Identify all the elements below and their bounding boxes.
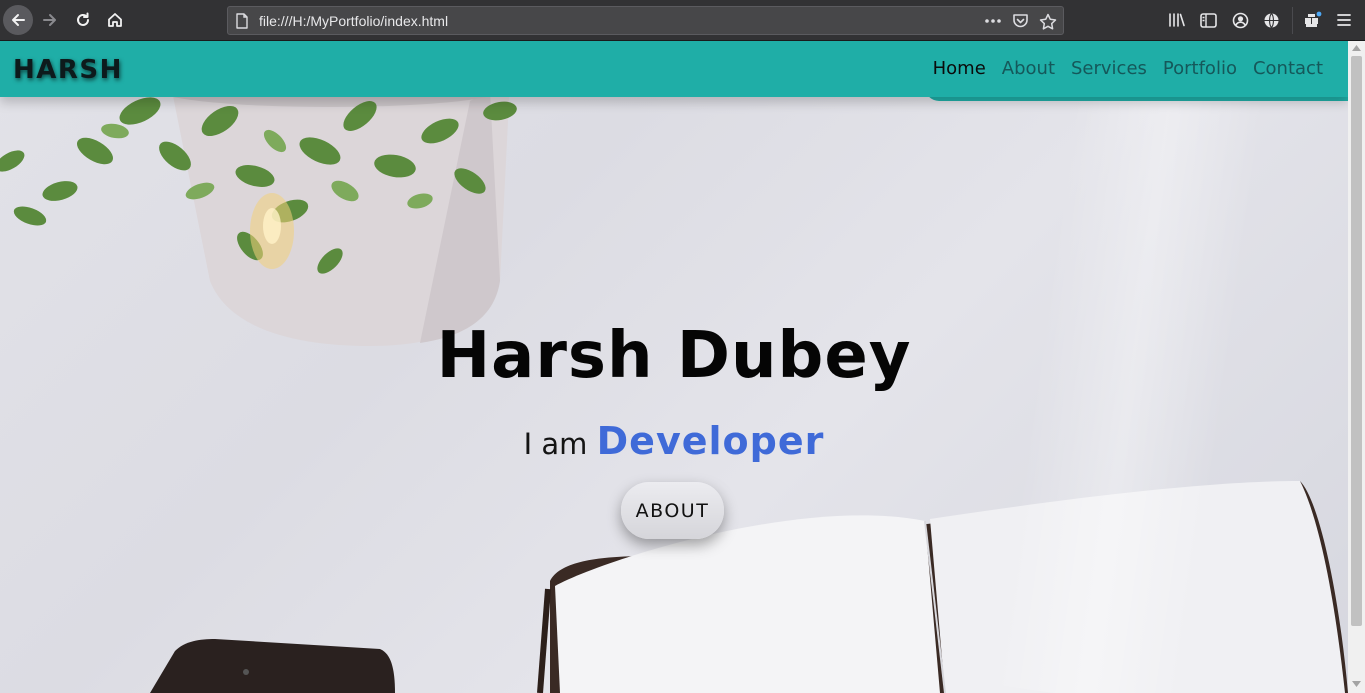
account-icon <box>1232 12 1248 28</box>
bookmark-star-button[interactable] <box>1038 12 1058 30</box>
nav-link-about[interactable]: About <box>1002 58 1055 79</box>
reload-button[interactable] <box>68 5 98 35</box>
extension-button[interactable] <box>1302 10 1322 30</box>
home-button[interactable] <box>100 5 130 35</box>
hero-intro: I am <box>523 427 588 461</box>
library-icon <box>1169 13 1185 27</box>
forward-arrow-icon <box>43 14 56 26</box>
url-bar[interactable]: file:///H:/MyPortfolio/index.html <box>227 6 1064 35</box>
hero-subtitle: I am Developer <box>0 419 1348 463</box>
forward-button[interactable] <box>35 5 65 35</box>
scroll-down-icon[interactable] <box>1352 681 1361 687</box>
page-scrollbar[interactable] <box>1348 41 1365 693</box>
nav-link-home[interactable]: Home <box>933 58 986 79</box>
back-button[interactable] <box>3 5 33 35</box>
nav-links: Home About Services Portfolio Contact <box>933 58 1323 79</box>
nav-link-contact[interactable]: Contact <box>1253 58 1323 79</box>
back-arrow-icon <box>12 14 25 26</box>
browser-toolbar: file:///H:/MyPortfolio/index.html <box>0 0 1365 41</box>
page-actions-button[interactable] <box>983 12 1003 30</box>
hero-title: Harsh Dubey <box>436 319 912 393</box>
more-dots-icon <box>985 19 1001 23</box>
library-button[interactable] <box>1167 10 1187 30</box>
pocket-icon <box>1012 14 1028 28</box>
about-button[interactable]: ABOUT <box>621 482 724 539</box>
toolbar-separator <box>1292 7 1293 34</box>
hamburger-menu-icon <box>1337 14 1351 26</box>
account-button[interactable] <box>1230 10 1250 30</box>
star-icon <box>1039 13 1057 30</box>
scroll-thumb[interactable] <box>1351 56 1362 626</box>
hero-role: Developer <box>596 419 825 463</box>
menu-button[interactable] <box>1334 10 1354 30</box>
sidebar-icon <box>1199 12 1217 28</box>
globe-button[interactable] <box>1261 10 1281 30</box>
sidebar-button[interactable] <box>1198 10 1218 30</box>
site-navbar: HARSH Home About Services Portfolio Cont… <box>0 41 1348 97</box>
page-icon <box>236 13 248 29</box>
home-icon <box>108 13 122 27</box>
url-text[interactable]: file:///H:/MyPortfolio/index.html <box>259 13 448 29</box>
extension-icon <box>1304 11 1321 27</box>
pocket-button[interactable] <box>1010 12 1030 30</box>
nav-link-portfolio[interactable]: Portfolio <box>1163 58 1237 79</box>
nav-link-services[interactable]: Services <box>1071 58 1147 79</box>
site-logo[interactable]: HARSH <box>13 55 123 85</box>
globe-icon <box>1264 12 1278 28</box>
scroll-up-icon[interactable] <box>1352 45 1361 51</box>
page-viewport: HARSH Home About Services Portfolio Cont… <box>0 41 1348 693</box>
reload-icon <box>77 12 89 26</box>
